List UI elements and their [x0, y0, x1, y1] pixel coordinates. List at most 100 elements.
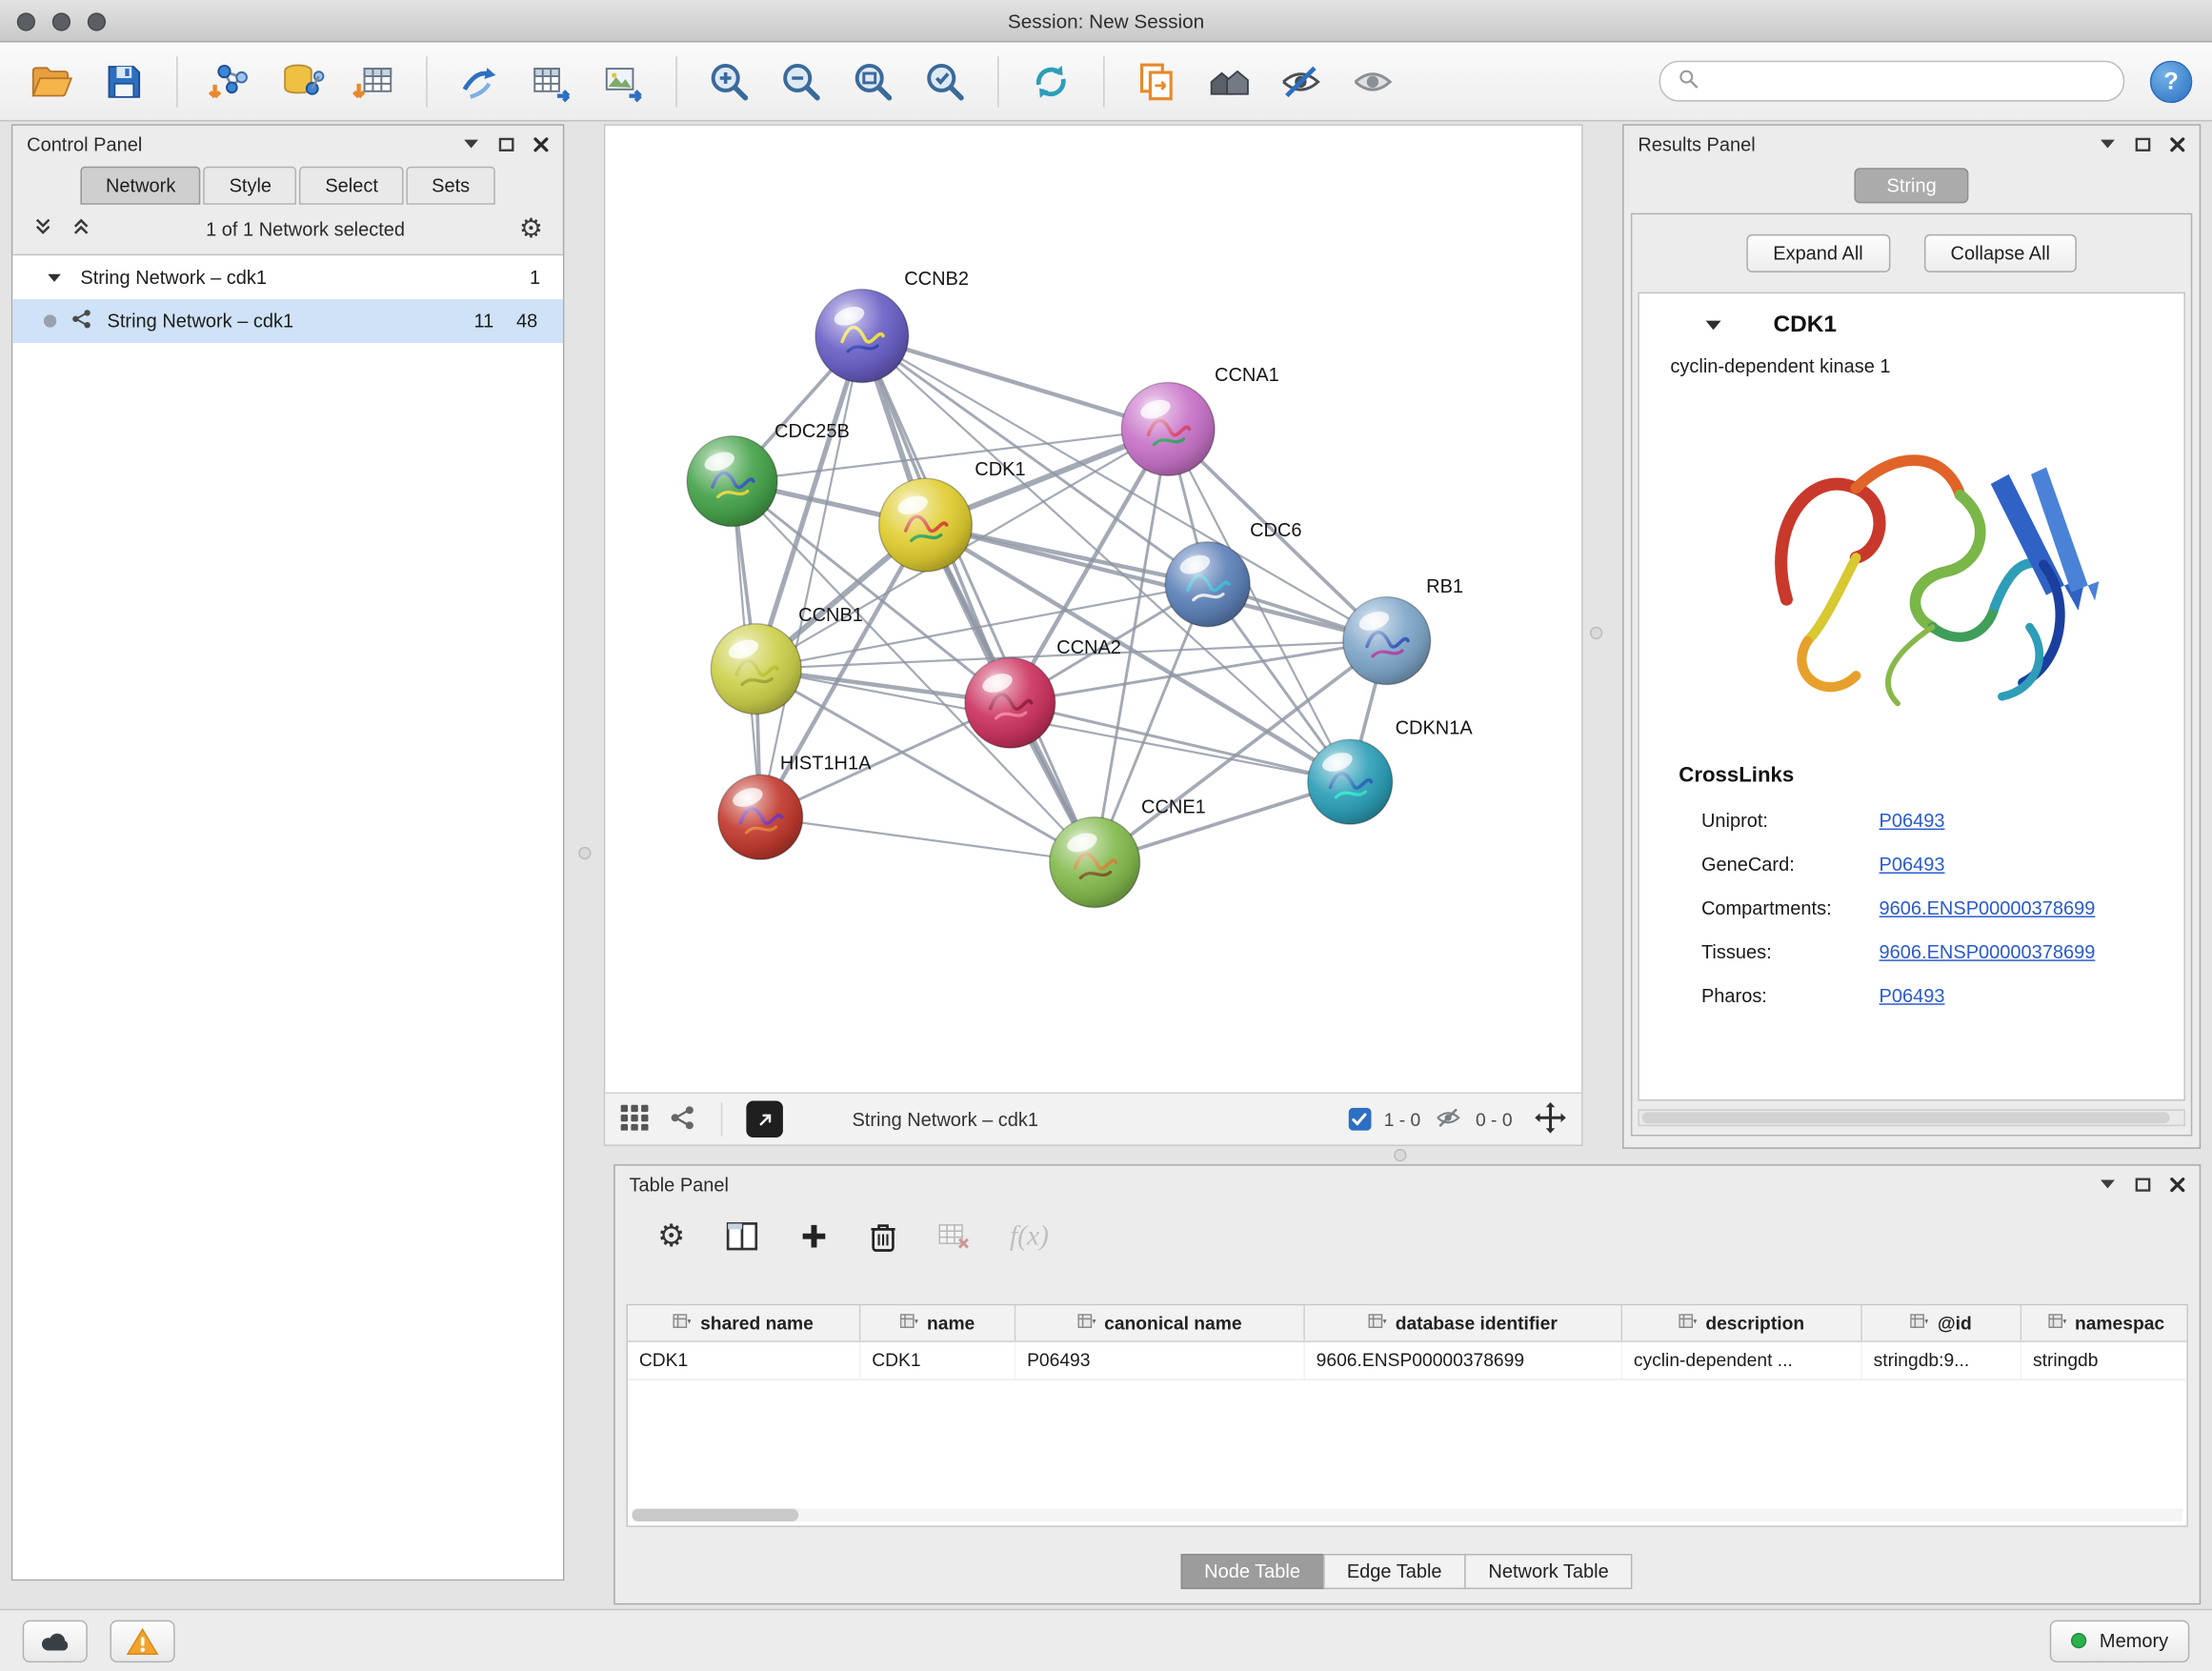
export-image-icon[interactable] — [591, 49, 655, 113]
network-node-CCNB2[interactable] — [815, 290, 909, 383]
network-edge[interactable] — [760, 336, 862, 817]
tab-string[interactable]: String — [1854, 168, 1968, 203]
network-edge[interactable] — [1010, 703, 1350, 782]
open-session-icon[interactable] — [20, 49, 85, 113]
float-panel-icon[interactable] — [2135, 136, 2152, 151]
table-cell[interactable]: stringdb — [2021, 1342, 2188, 1379]
memory-button[interactable]: Memory — [2050, 1620, 2189, 1661]
crosslink-value-link[interactable]: 9606.ENSP00000378699 — [1880, 941, 2096, 962]
table-cell[interactable]: CDK1 — [628, 1342, 860, 1379]
copy-document-icon[interactable] — [1124, 49, 1189, 113]
panel-menu-icon[interactable] — [2100, 1178, 2117, 1190]
left-splitter-handle[interactable] — [578, 847, 591, 859]
result-card-header[interactable]: CDK1 — [1639, 293, 2184, 355]
zoom-in-icon[interactable] — [697, 49, 762, 113]
crosslink-value-link[interactable]: P06493 — [1880, 854, 1945, 875]
show-graphics-details-icon[interactable] — [1340, 49, 1405, 113]
show-columns-icon[interactable] — [725, 1220, 759, 1252]
expand-all-button[interactable]: Expand All — [1746, 234, 1890, 272]
network-node-HIST1H1A[interactable] — [718, 775, 803, 859]
tab-network[interactable]: Network — [80, 167, 201, 205]
right-splitter-handle[interactable] — [1590, 627, 1602, 639]
table-cell[interactable]: stringdb:9... — [1862, 1342, 2021, 1379]
delete-column-icon[interactable] — [869, 1220, 897, 1253]
crosslink-value-link[interactable]: 9606.ENSP00000378699 — [1880, 897, 2096, 918]
search-input[interactable] — [1710, 70, 2106, 91]
table-cell[interactable]: 9606.ENSP00000378699 — [1305, 1342, 1622, 1379]
float-panel-icon[interactable] — [498, 136, 515, 151]
network-options-gear-icon[interactable]: ⚙ — [519, 215, 543, 242]
table-settings-gear-icon[interactable]: ⚙ — [657, 1220, 685, 1252]
column-header-name[interactable]: name — [860, 1305, 1016, 1340]
tab-node-table[interactable]: Node Table — [1180, 1554, 1324, 1589]
network-edge[interactable] — [862, 336, 1095, 863]
grid-view-icon[interactable] — [619, 1103, 651, 1135]
table-cell[interactable]: cyclin-dependent ... — [1622, 1342, 1862, 1379]
panel-menu-icon[interactable] — [463, 138, 480, 150]
network-node-CCNA1[interactable] — [1121, 382, 1215, 475]
tab-sets[interactable]: Sets — [407, 167, 495, 205]
column-header-namespac[interactable]: namespac — [2021, 1305, 2188, 1340]
tab-style[interactable]: Style — [204, 167, 297, 205]
open-in-window-button[interactable] — [746, 1100, 783, 1137]
zoom-window-button[interactable] — [88, 12, 106, 30]
network-canvas-svg[interactable]: CCNB2CCNA1CDC25BCDK1CDC6RB1CCNB1CCNA2CDK… — [605, 126, 1581, 1093]
network-icon[interactable] — [669, 1103, 697, 1136]
close-panel-icon[interactable] — [533, 136, 549, 151]
network-node-CCNA2[interactable] — [965, 657, 1056, 748]
panel-menu-icon[interactable] — [2100, 138, 2117, 150]
export-table-icon[interactable] — [519, 49, 584, 113]
collapse-all-icon[interactable] — [32, 216, 53, 242]
column-header--id[interactable]: @id — [1862, 1305, 2021, 1340]
close-window-button[interactable] — [17, 12, 35, 30]
minimize-window-button[interactable] — [52, 12, 70, 30]
zoom-selected-icon[interactable] — [913, 49, 977, 113]
search-box[interactable] — [1659, 61, 2125, 102]
cloud-button[interactable] — [23, 1620, 88, 1661]
crosslink-value-link[interactable]: P06493 — [1880, 985, 1945, 1006]
table-cell[interactable]: P06493 — [1016, 1342, 1305, 1379]
warning-button[interactable] — [111, 1620, 175, 1661]
table-row[interactable]: CDK1CDK1P064939606.ENSP00000378699cyclin… — [628, 1342, 2186, 1380]
results-horizontal-scrollbar[interactable] — [1638, 1109, 2185, 1126]
network-node-CDKN1A[interactable] — [1308, 739, 1393, 824]
hidden-eye-slash-icon[interactable] — [1434, 1104, 1463, 1134]
expand-all-icon[interactable] — [70, 216, 91, 242]
zoom-fit-icon[interactable] — [841, 49, 906, 113]
tab-select[interactable]: Select — [300, 167, 404, 205]
network-edge[interactable] — [760, 817, 1095, 862]
new-network-from-selection-icon[interactable] — [447, 49, 512, 113]
network-row-selected[interactable]: String Network – cdk1 11 48 — [12, 299, 563, 343]
birds-eye-view-icon[interactable] — [1196, 49, 1261, 113]
save-session-icon[interactable] — [91, 49, 156, 113]
collapse-all-button[interactable]: Collapse All — [1923, 234, 2077, 272]
table-horizontal-scrollbar[interactable] — [632, 1509, 2182, 1521]
apply-preferred-layout-icon[interactable] — [1018, 49, 1083, 113]
pan-move-icon[interactable] — [1534, 1100, 1568, 1138]
network-node-CCNE1[interactable] — [1050, 817, 1140, 908]
column-header-canonical-name[interactable]: canonical name — [1016, 1305, 1305, 1340]
disclosure-triangle-icon[interactable] — [47, 267, 62, 288]
float-panel-icon[interactable] — [2135, 1177, 2152, 1192]
hide-graphics-details-icon[interactable] — [1268, 49, 1333, 113]
network-node-RB1[interactable] — [1343, 597, 1431, 685]
scrollbar-thumb[interactable] — [1642, 1112, 2170, 1123]
close-panel-icon[interactable] — [2170, 1177, 2185, 1192]
import-table-icon[interactable] — [341, 49, 406, 113]
zoom-out-icon[interactable] — [769, 49, 834, 113]
selected-checkbox-icon[interactable] — [1349, 1108, 1372, 1131]
tab-edge-table[interactable]: Edge Table — [1323, 1554, 1466, 1589]
horizontal-splitter-handle[interactable] — [1394, 1149, 1406, 1161]
network-node-CDC25B[interactable] — [687, 436, 777, 527]
network-node-CCNB1[interactable] — [711, 624, 801, 715]
column-header-database-identifier[interactable]: database identifier — [1305, 1305, 1622, 1340]
close-panel-icon[interactable] — [2170, 136, 2185, 151]
crosslink-value-link[interactable]: P06493 — [1880, 810, 1945, 831]
import-network-database-icon[interactable] — [270, 49, 334, 113]
import-network-file-icon[interactable] — [197, 49, 262, 113]
add-column-icon[interactable] — [798, 1220, 830, 1252]
column-header-shared-name[interactable]: shared name — [628, 1305, 860, 1340]
network-collection-row[interactable]: String Network – cdk1 1 — [12, 255, 563, 299]
network-node-CDK1[interactable] — [879, 478, 973, 572]
tab-network-table[interactable]: Network Table — [1464, 1554, 1633, 1589]
